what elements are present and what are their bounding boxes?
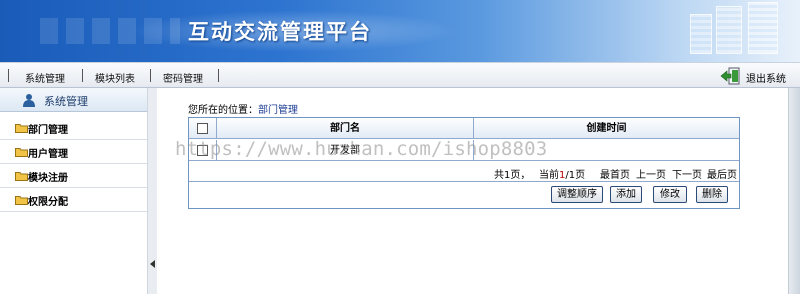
sidebar-item-label: 权限分配 — [28, 197, 68, 208]
sidebar-item-users[interactable]: 用户管理 — [0, 140, 147, 164]
breadcrumb-current[interactable]: 部门管理 — [258, 105, 298, 116]
row-select-cell — [189, 140, 217, 161]
sidebar-item-department[interactable]: 部门管理 — [0, 116, 147, 140]
current-suffix: /1页 — [565, 170, 586, 181]
sidebar-collapse-handle[interactable] — [147, 88, 157, 294]
menu-separator — [150, 69, 151, 82]
sidebar-item-permissions[interactable]: 权限分配 — [0, 188, 147, 212]
column-header-created: 创建时间 — [586, 123, 627, 134]
department-table: 部门名 创建时间 开发部 共1页， 当前1/1页 最首页 上一页 下一页 最后页… — [188, 117, 740, 209]
sidebar-item-label: 用户管理 — [28, 149, 68, 160]
sidebar-header: 系统管理 — [0, 88, 147, 112]
folder-icon — [15, 124, 28, 133]
last-page-link[interactable]: 最后页 — [707, 166, 737, 181]
collapse-arrow-icon — [150, 260, 155, 268]
folder-icon — [15, 196, 28, 205]
prev-page-link[interactable]: 上一页 — [636, 166, 666, 181]
department-name-cell: 开发部 — [217, 140, 474, 161]
header-select-cell — [189, 118, 217, 139]
first-page-link[interactable]: 最首页 — [600, 166, 630, 181]
top-menu-bar: 系统管理 模块列表 密码管理 退出系统 — [0, 62, 800, 88]
app-title: 互动交流管理平台 — [188, 19, 372, 44]
building-graphic — [690, 14, 712, 54]
folder-icon — [15, 172, 28, 181]
reorder-button[interactable]: 调整顺序 — [551, 186, 603, 203]
sidebar-item-label: 部门管理 — [28, 125, 68, 136]
created-time-cell — [474, 140, 739, 161]
action-bar: 调整顺序 添加 修改 删除 — [189, 183, 739, 208]
row-checkbox[interactable] — [197, 145, 208, 156]
right-scroll-edge — [788, 88, 800, 294]
edit-button[interactable]: 修改 — [653, 186, 687, 203]
menu-separator — [82, 69, 83, 82]
menu-separator — [8, 69, 9, 82]
sidebar-item-module-register[interactable]: 模块注册 — [0, 164, 147, 188]
building-graphic — [748, 2, 778, 54]
sidebar-item-label: 模块注册 — [28, 173, 68, 184]
main-content: 您所在的位置：部门管理 部门名 创建时间 开发部 共1页， 当前1/1页 最首页… — [158, 88, 788, 294]
menu-item-password[interactable]: 密码管理 — [163, 70, 203, 85]
sidebar-title: 系统管理 — [44, 95, 88, 108]
select-all-checkbox[interactable] — [197, 123, 208, 134]
folder-icon — [15, 148, 28, 157]
pagination: 共1页， 当前1/1页 最首页 上一页 下一页 最后页 — [189, 162, 739, 182]
app-window: 互动交流管理平台 系统管理 模块列表 密码管理 退出系统 系统管理 部门管理 用… — [0, 0, 800, 294]
breadcrumb-prefix: 您所在的位置： — [188, 105, 258, 116]
delete-button[interactable]: 删除 — [696, 186, 728, 203]
next-page-link[interactable]: 下一页 — [672, 166, 702, 181]
table-header-row: 部门名 创建时间 — [189, 118, 739, 139]
current-prefix: 当前 — [539, 170, 559, 181]
menu-separator — [218, 69, 219, 82]
column-header-name: 部门名 — [217, 118, 474, 139]
sidebar: 系统管理 部门管理 用户管理 模块注册 权限分配 — [0, 88, 147, 294]
user-icon — [23, 94, 35, 107]
table-row[interactable]: 开发部 — [189, 140, 739, 161]
breadcrumb: 您所在的位置：部门管理 — [188, 101, 298, 116]
menu-item-modules[interactable]: 模块列表 — [95, 70, 135, 85]
header-banner: 互动交流管理平台 — [0, 0, 800, 62]
exit-label: 退出系统 — [746, 74, 786, 85]
total-pages: 共1页， — [494, 170, 531, 181]
current-page-info: 当前1/1页 — [539, 166, 585, 181]
add-button[interactable]: 添加 — [610, 186, 642, 203]
exit-icon — [720, 67, 740, 85]
building-graphic — [716, 6, 742, 54]
menu-item-system[interactable]: 系统管理 — [25, 70, 65, 85]
